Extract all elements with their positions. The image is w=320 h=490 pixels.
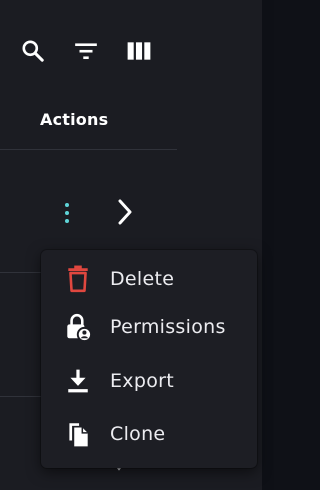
menu-item-label: Delete (110, 268, 175, 290)
row-divider (0, 272, 41, 273)
filter-icon (75, 43, 97, 60)
menu-item-label: Clone (110, 423, 166, 445)
columns-icon (127, 42, 151, 60)
columns-button[interactable] (124, 36, 154, 66)
row-actions-menu: Delete Permissions Export Clone (41, 250, 257, 468)
search-button[interactable] (18, 36, 48, 66)
trash-icon (63, 264, 93, 294)
menu-item-label: Permissions (110, 316, 226, 338)
actions-column-header: Actions (40, 110, 109, 129)
header-divider (0, 149, 177, 150)
kebab-icon (65, 203, 69, 223)
menu-item-label: Export (110, 370, 174, 392)
row-divider (0, 396, 41, 397)
copy-icon (63, 419, 93, 449)
download-icon (63, 366, 93, 396)
search-icon (22, 40, 44, 62)
menu-item-export[interactable]: Export (41, 358, 257, 404)
lock-user-icon (63, 312, 93, 342)
row-menu-button[interactable] (58, 198, 76, 228)
menu-item-clone[interactable]: Clone (41, 411, 257, 457)
filter-button[interactable] (71, 36, 101, 66)
menu-item-delete[interactable]: Delete (41, 256, 257, 302)
menu-item-permissions[interactable]: Permissions (41, 304, 257, 350)
chevron-right-icon (118, 199, 132, 225)
row-expand-button[interactable] (112, 196, 138, 228)
window-edge (262, 0, 274, 490)
